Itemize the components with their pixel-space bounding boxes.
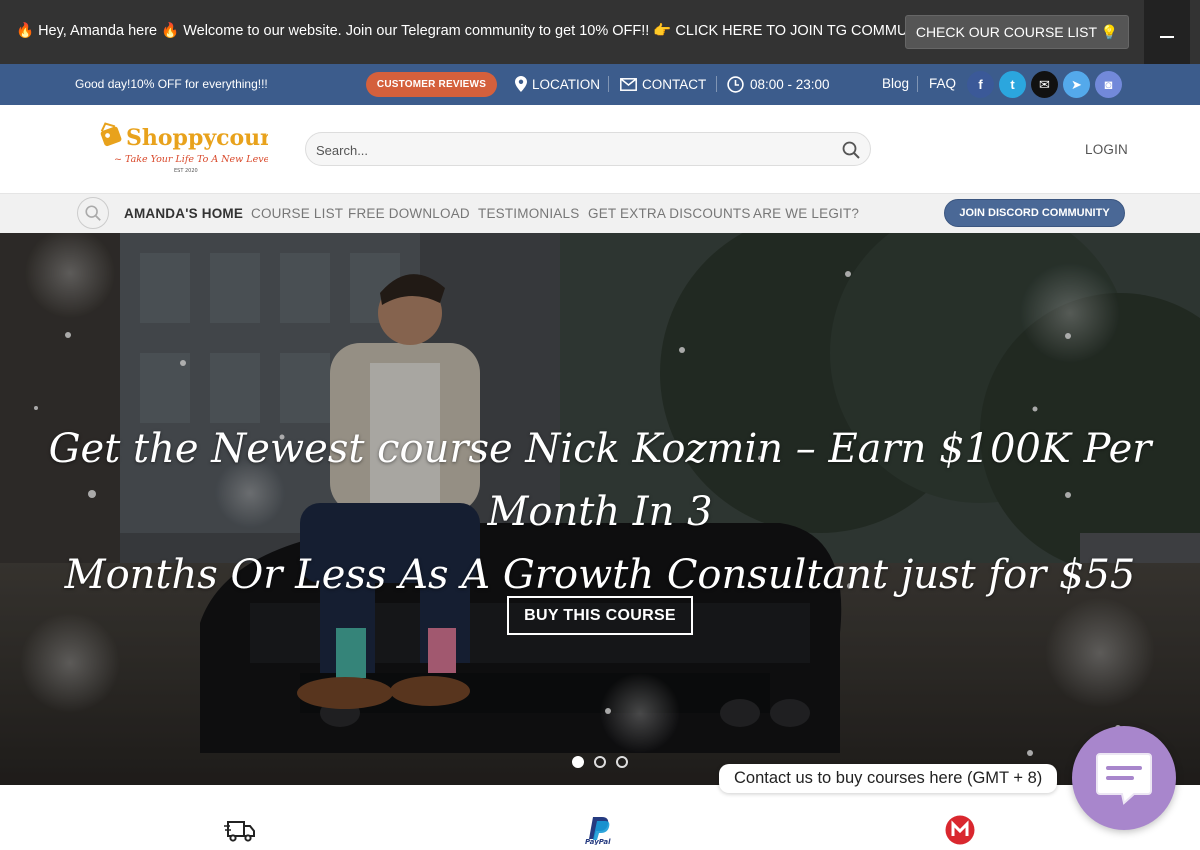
notice-bar: 🔥 Hey, Amanda here 🔥 Welcome to our webs…: [0, 0, 1200, 64]
slider-dot-1[interactable]: [572, 756, 584, 768]
hero-title-line-1: Get the Newest course Nick Kozmin – Earn…: [48, 426, 1152, 535]
hours-item: 08:00 - 23:00: [727, 75, 830, 93]
chat-button[interactable]: [1072, 726, 1176, 830]
delivery-truck-icon: [224, 815, 256, 845]
nav-item-free-download[interactable]: FREE DOWNLOAD: [348, 206, 470, 221]
discord-link[interactable]: ◙: [1095, 71, 1122, 98]
search-input[interactable]: [316, 140, 826, 160]
contact-link[interactable]: CONTACT: [620, 75, 706, 93]
top-bar-greeting: Good day!10% OFF for everything!!!: [75, 77, 268, 91]
logo-tagline: ~ Take Your Life To A New Level ~: [114, 154, 268, 165]
nav-item-course-list[interactable]: COURSE LIST: [251, 206, 343, 221]
divider: [716, 76, 717, 92]
contact-label: CONTACT: [642, 76, 707, 92]
customer-reviews-button[interactable]: CUSTOMER REVIEWS: [366, 72, 497, 97]
mega-icon: [944, 815, 976, 845]
chat-label[interactable]: Contact us to buy courses here (GMT + 8): [719, 764, 1058, 793]
slider-dot-3[interactable]: [616, 756, 628, 768]
location-link[interactable]: LOCATION: [515, 75, 600, 93]
telegram-link[interactable]: ➤: [1063, 71, 1090, 98]
search-icon: [85, 205, 101, 221]
notice-close-button[interactable]: [1144, 0, 1190, 74]
notice-message[interactable]: 🔥 Hey, Amanda here 🔥 Welcome to our webs…: [16, 22, 962, 39]
logo-est: EST 2020: [174, 168, 198, 174]
email-icon: ✉: [1039, 76, 1050, 92]
logo-text: Shoppycourses: [126, 125, 268, 151]
logo-graphic: Shoppycourses ~ Take Your Life To A New …: [100, 122, 311, 174]
chat-bubble-icon: [1096, 753, 1152, 805]
divider: [608, 76, 609, 92]
buy-course-button[interactable]: BUY THIS COURSE: [507, 596, 693, 635]
facebook-link[interactable]: f: [967, 71, 994, 98]
envelope-icon: [620, 77, 637, 91]
email-link[interactable]: ✉: [1031, 71, 1058, 98]
search-bar: [305, 132, 871, 166]
hero-title: Get the Newest course Nick Kozmin – Earn…: [40, 418, 1160, 607]
svg-text:PayPal: PayPal: [585, 838, 611, 845]
discord-icon: ◙: [1104, 77, 1113, 92]
telegram-icon: ➤: [1071, 76, 1082, 92]
twitter-icon: t: [1010, 77, 1015, 92]
nav-search-button[interactable]: [77, 197, 109, 229]
faq-link[interactable]: FAQ: [929, 76, 956, 91]
slider-dot-2[interactable]: [594, 756, 606, 768]
divider: [917, 76, 918, 92]
search-icon[interactable]: [841, 140, 861, 160]
minus-icon: [1160, 36, 1174, 38]
check-course-list-button[interactable]: CHECK OUR COURSE LIST 💡: [905, 15, 1129, 49]
blog-link[interactable]: Blog: [882, 76, 909, 91]
login-link[interactable]: LOGIN: [1085, 142, 1128, 157]
facebook-icon: f: [978, 77, 983, 92]
nav-item-get-extra-discounts[interactable]: GET EXTRA DISCOUNTS: [588, 206, 751, 221]
hours-label: 08:00 - 23:00: [750, 76, 830, 92]
map-pin-icon: [515, 76, 527, 92]
twitter-link[interactable]: t: [999, 71, 1026, 98]
clock-icon: [727, 75, 744, 93]
nav-item-testimonials[interactable]: TESTIMONIALS: [478, 206, 579, 221]
nav-item-are-we-legit[interactable]: ARE WE LEGIT?: [753, 206, 859, 221]
nav-item-amanda-s-home[interactable]: AMANDA'S HOME: [124, 206, 243, 221]
join-discord-button[interactable]: JOIN DISCORD COMMUNITY: [944, 199, 1125, 227]
paypal-icon: PayPal: [584, 815, 616, 845]
site-logo[interactable]: Shoppycourses ~ Take Your Life To A New …: [98, 120, 311, 178]
location-label: LOCATION: [532, 76, 601, 92]
